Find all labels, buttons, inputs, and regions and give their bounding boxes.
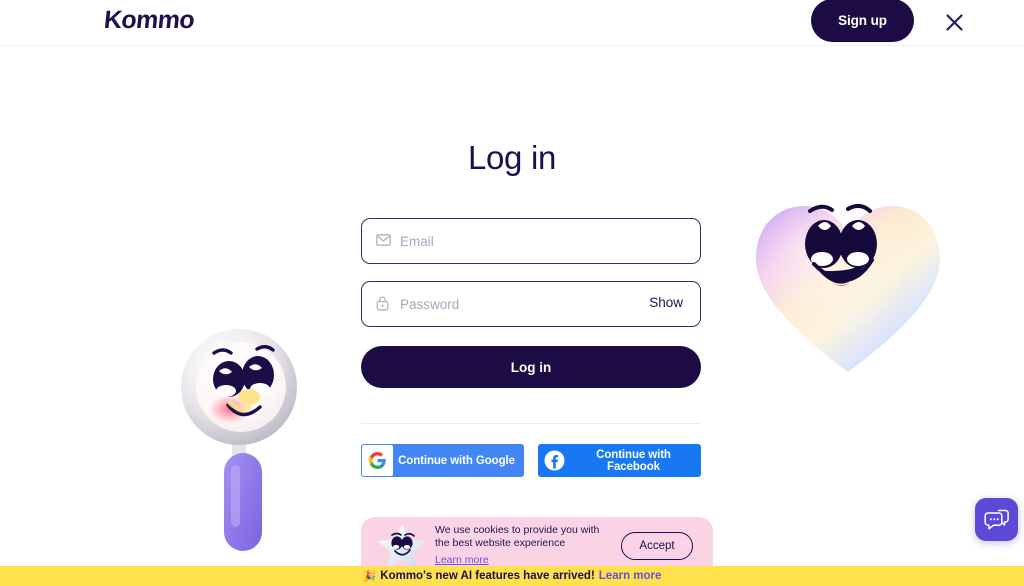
show-password-button[interactable]: Show	[649, 295, 683, 310]
login-form: Show Log in Continue with Google	[361, 218, 701, 537]
star-character	[375, 521, 429, 571]
chat-widget-button[interactable]	[975, 498, 1018, 541]
close-button[interactable]	[940, 8, 968, 36]
email-field[interactable]	[361, 218, 701, 264]
continue-with-google-button[interactable]: Continue with Google	[361, 444, 524, 477]
facebook-button-label: Continue with Facebook	[596, 448, 671, 473]
heart-character-icon	[756, 204, 940, 372]
form-divider	[361, 423, 701, 424]
magnifier-character	[178, 325, 303, 575]
google-button-label: Continue with Google	[398, 454, 515, 467]
page-header: Kommo Sign up	[0, 0, 1024, 46]
cookie-learn-more-link[interactable]: Learn more	[435, 554, 489, 566]
continue-with-facebook-button[interactable]: Continue with Facebook	[538, 444, 701, 477]
password-field[interactable]: Show	[361, 281, 701, 327]
email-input[interactable]	[400, 219, 630, 263]
envelope-icon	[376, 233, 391, 251]
kommo-logo[interactable]: Kommo	[102, 6, 196, 35]
page-title: Log in	[467, 139, 557, 176]
party-popper-icon: 🎉	[362, 570, 377, 583]
signup-button[interactable]: Sign up	[811, 0, 914, 42]
cookie-message: We use cookies to provide you with the b…	[435, 523, 600, 549]
lock-icon	[376, 296, 389, 316]
magnifier-character-icon	[181, 329, 297, 551]
login-button[interactable]: Log in	[361, 346, 701, 388]
oauth-buttons: Continue with Google Continue with Faceb…	[361, 444, 701, 477]
facebook-icon	[539, 445, 570, 476]
star-character-icon	[378, 523, 426, 568]
cookie-text-block: We use cookies to provide you with the b…	[435, 524, 605, 568]
ai-banner-learn-more-link[interactable]: Learn more	[599, 570, 662, 582]
cookie-accept-button[interactable]: Accept	[621, 531, 693, 560]
ai-banner-text: Kommo's new AI features have arrived!	[380, 570, 595, 582]
heart-character	[748, 186, 948, 386]
kommo-logo-text: Kommo	[102, 6, 196, 34]
chat-bubble-icon	[983, 509, 1009, 530]
password-input[interactable]	[400, 282, 630, 326]
google-icon	[362, 445, 393, 476]
ai-features-banner: 🎉 Kommo's new AI features have arrived! …	[0, 566, 1024, 586]
close-icon	[945, 13, 963, 31]
